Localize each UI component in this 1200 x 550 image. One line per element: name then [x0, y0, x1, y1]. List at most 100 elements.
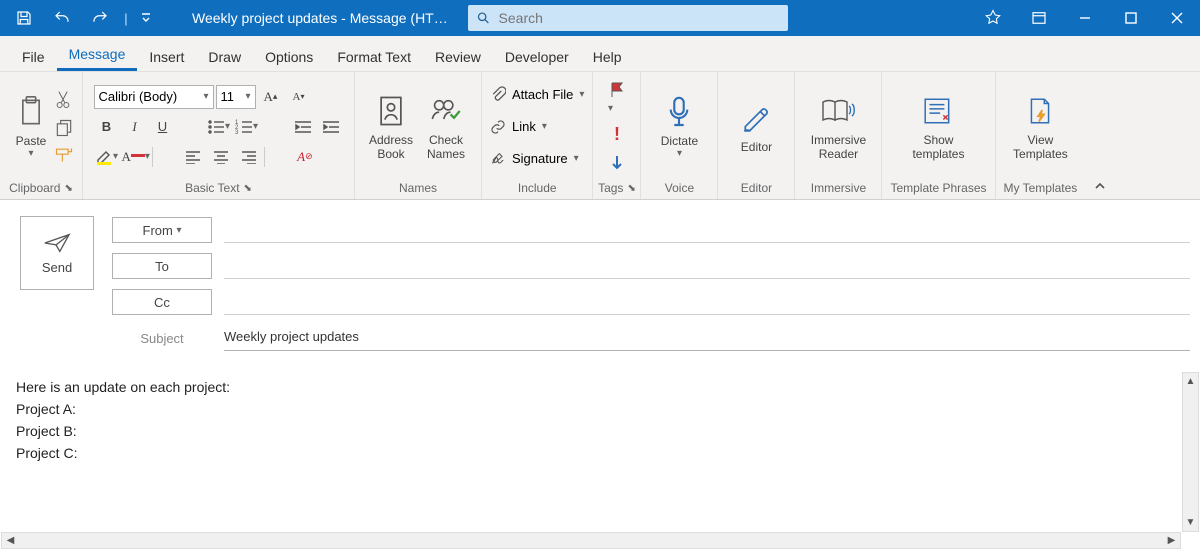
cc-button[interactable]: Cc [112, 289, 212, 315]
qat-customize-icon[interactable] [136, 4, 156, 32]
body-line: Project C: [16, 442, 1184, 464]
to-button[interactable]: To [112, 253, 212, 279]
editor-label: Editor [741, 140, 772, 154]
coming-soon-icon[interactable] [970, 0, 1016, 36]
align-center-icon[interactable] [208, 145, 234, 169]
follow-up-flag-icon[interactable]: ▾ [608, 81, 626, 114]
save-icon[interactable] [8, 4, 40, 32]
dictate-button[interactable]: Dictate ▾ [649, 90, 709, 163]
view-templates-button[interactable]: View Templates [1005, 89, 1075, 165]
from-button[interactable]: From ▾ [112, 217, 212, 243]
decrease-indent-icon[interactable] [290, 115, 316, 139]
display-options-icon[interactable] [1016, 0, 1062, 36]
tab-message[interactable]: Message [57, 38, 138, 71]
send-icon [43, 232, 71, 254]
subject-field[interactable]: Weekly project updates [224, 325, 1190, 351]
collapse-ribbon-icon[interactable] [1085, 72, 1115, 199]
ribbon: Paste ▾ Clipboard⬊ Calibri (Body)▾ 11▾ A… [0, 72, 1200, 200]
message-body[interactable]: Here is an update on each project: Proje… [0, 366, 1200, 474]
tab-developer[interactable]: Developer [493, 41, 581, 71]
subject-label: Subject [112, 325, 212, 351]
align-left-icon[interactable] [180, 145, 206, 169]
font-size-selector[interactable]: 11▾ [216, 85, 256, 109]
dialog-launcher-icon[interactable]: ⬊ [64, 183, 72, 194]
group-voice: Dictate ▾ Voice [641, 72, 718, 199]
from-field[interactable] [224, 217, 1190, 243]
title-bar: | Weekly project updates - Message (HT… [0, 0, 1200, 36]
tab-help[interactable]: Help [581, 41, 634, 71]
numbering-icon[interactable]: 123▾ [234, 115, 260, 139]
tab-review[interactable]: Review [423, 41, 493, 71]
group-include: Attach File▾ Link▾ Signature▾ Include [482, 72, 593, 199]
cut-icon[interactable] [54, 90, 72, 110]
align-right-icon[interactable] [236, 145, 262, 169]
grow-font-icon[interactable]: A▴ [258, 85, 284, 109]
high-importance-icon[interactable]: ! [614, 124, 620, 145]
dictate-label: Dictate [661, 134, 698, 148]
svg-text:3: 3 [235, 130, 239, 135]
window-controls [970, 0, 1200, 36]
attach-file-label: Attach File [512, 87, 573, 102]
link-button[interactable]: Link▾ [490, 114, 584, 140]
address-book-button[interactable]: Address Book [363, 89, 419, 165]
address-book-label: Address Book [369, 133, 413, 161]
check-names-button[interactable]: Check Names [419, 89, 473, 165]
format-painter-icon[interactable] [54, 146, 74, 164]
signature-button[interactable]: Signature▾ [490, 146, 584, 172]
font-name: Calibri (Body) [99, 89, 178, 104]
scroll-left-icon[interactable]: ◀ [2, 533, 19, 548]
signature-label: Signature [512, 151, 568, 166]
copy-icon[interactable] [54, 118, 74, 138]
search-box[interactable] [468, 5, 788, 31]
italic-button[interactable]: I [122, 115, 148, 139]
tab-file[interactable]: File [10, 41, 57, 71]
scroll-right-icon[interactable]: ▶ [1163, 533, 1180, 548]
group-basic-text-label: Basic Text [185, 181, 239, 195]
from-label: From [143, 223, 173, 238]
scroll-track[interactable] [1183, 390, 1198, 514]
scroll-up-icon[interactable]: ▲ [1183, 373, 1198, 390]
highlight-icon[interactable]: ▾ [94, 145, 120, 169]
dialog-launcher-icon[interactable]: ⬊ [244, 183, 252, 194]
bullets-icon[interactable]: ▾ [206, 115, 232, 139]
send-label: Send [42, 260, 72, 275]
show-templates-button[interactable]: Show templates [898, 89, 978, 165]
increase-indent-icon[interactable] [318, 115, 344, 139]
maximize-button[interactable] [1108, 0, 1154, 36]
scroll-down-icon[interactable]: ▼ [1183, 514, 1198, 531]
font-color-icon[interactable]: A▾ [122, 145, 150, 169]
link-label: Link [512, 119, 536, 134]
bold-button[interactable]: B [94, 115, 120, 139]
group-immersive: Immersive Reader Immersive [795, 72, 882, 199]
to-field[interactable] [224, 253, 1190, 279]
ribbon-tabs: File Message Insert Draw Options Format … [0, 36, 1200, 72]
undo-icon[interactable] [46, 4, 78, 32]
search-input[interactable] [499, 10, 780, 26]
scroll-track[interactable] [19, 533, 1163, 548]
editor-button[interactable]: Editor [726, 96, 786, 158]
underline-button[interactable]: U [150, 115, 176, 139]
font-selector[interactable]: Calibri (Body)▾ [94, 85, 214, 109]
clear-formatting-icon[interactable]: A⊘ [292, 145, 318, 169]
qat-divider: | [122, 4, 130, 32]
chevron-down-icon: ▾ [677, 148, 682, 159]
redo-icon[interactable] [84, 4, 116, 32]
dialog-launcher-icon[interactable]: ⬊ [627, 183, 635, 194]
close-button[interactable] [1154, 0, 1200, 36]
minimize-button[interactable] [1062, 0, 1108, 36]
tab-format-text[interactable]: Format Text [325, 41, 423, 71]
horizontal-scrollbar[interactable]: ◀ ▶ [1, 532, 1181, 549]
vertical-scrollbar[interactable]: ▲ ▼ [1182, 372, 1199, 532]
send-button[interactable]: Send [20, 216, 94, 290]
group-template-phrases: Show templates Template Phrases [882, 72, 995, 199]
attach-file-button[interactable]: Attach File▾ [490, 82, 584, 108]
immersive-reader-label: Immersive Reader [811, 133, 866, 161]
low-importance-icon[interactable] [610, 155, 624, 173]
tab-draw[interactable]: Draw [196, 41, 253, 71]
cc-field[interactable] [224, 289, 1190, 315]
shrink-font-icon[interactable]: A▾ [286, 85, 312, 109]
paste-button[interactable]: Paste ▾ [8, 90, 54, 163]
tab-insert[interactable]: Insert [137, 41, 196, 71]
tab-options[interactable]: Options [253, 41, 325, 71]
immersive-reader-button[interactable]: Immersive Reader [803, 89, 873, 165]
